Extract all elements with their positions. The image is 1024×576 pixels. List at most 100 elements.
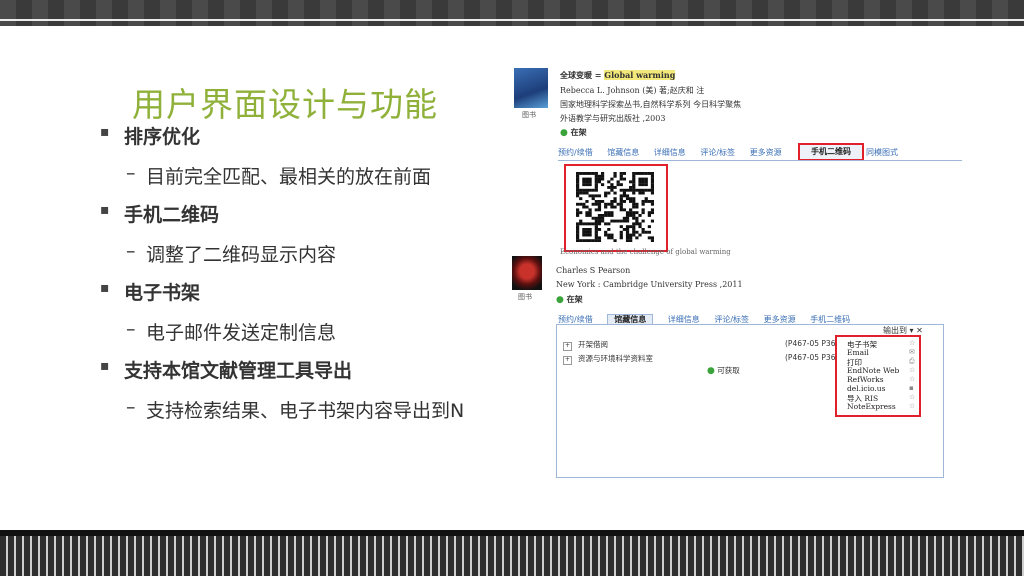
export-option-endnote[interactable]: EndNote Web xyxy=(847,366,899,375)
qr-module xyxy=(607,233,611,237)
qr-module xyxy=(619,197,623,201)
qr-module xyxy=(650,191,654,195)
qr-module xyxy=(600,214,605,217)
qr-module xyxy=(635,222,639,226)
qr-module xyxy=(619,208,623,212)
record2-status: ● 在架 xyxy=(556,294,583,305)
record-author: Rebecca L. Johnson (美) 著;赵庆和 注 xyxy=(560,86,705,95)
tab-similar[interactable]: 同模图式 xyxy=(866,147,898,158)
qr-module xyxy=(632,225,636,229)
qr-module xyxy=(582,222,586,226)
qr-module xyxy=(641,202,645,206)
tab-more-resources[interactable]: 更多资源 xyxy=(764,315,796,324)
tab-mobile-qr[interactable]: 手机二维码 xyxy=(798,143,864,161)
qr-module xyxy=(594,233,598,237)
status-dot-icon: ● xyxy=(560,128,568,138)
sub-bullet-item: – 电子邮件发送定制信息 xyxy=(98,318,518,356)
qr-module xyxy=(579,191,583,195)
qr-module xyxy=(588,180,592,184)
qr-module xyxy=(594,180,598,184)
qr-module xyxy=(616,180,620,184)
qr-module xyxy=(594,230,598,234)
qr-module xyxy=(629,211,633,215)
qr-module xyxy=(597,228,602,231)
tab-more-resources[interactable]: 更多资源 xyxy=(750,148,782,157)
holding-location: 资源与环境科学资料室 xyxy=(578,354,653,363)
qr-module xyxy=(579,197,583,201)
tab-mobile-qr[interactable]: 手机二维码 xyxy=(810,315,850,324)
qr-module xyxy=(597,200,602,203)
qr-module xyxy=(647,188,651,192)
dash-marker: – xyxy=(126,162,136,184)
qr-module xyxy=(644,230,648,234)
record2-publisher: New York : Cambridge University Press ,2… xyxy=(556,280,743,289)
qr-module xyxy=(638,180,642,184)
qr-module xyxy=(594,236,598,240)
qr-module xyxy=(632,172,636,175)
qr-module xyxy=(600,183,605,187)
book-cover-image[interactable] xyxy=(512,256,542,290)
tab-details[interactable]: 详细信息 xyxy=(654,148,686,157)
qr-module xyxy=(632,180,636,184)
qr-module xyxy=(650,180,654,184)
qr-module xyxy=(625,211,630,215)
export-option-email[interactable]: Email xyxy=(847,348,869,357)
qr-module xyxy=(650,211,654,215)
tab-reserve[interactable]: 预约/续借 xyxy=(558,315,593,324)
export-option-delicious[interactable]: del.icio.us xyxy=(847,384,885,393)
expand-icon[interactable]: + xyxy=(563,342,572,351)
qr-module xyxy=(588,214,592,217)
qr-module xyxy=(625,230,630,234)
qr-module xyxy=(597,214,602,217)
qr-module xyxy=(594,183,598,187)
qr-module xyxy=(585,177,589,181)
holding-call-no: (P467-05 P36 ) xyxy=(785,339,841,348)
qr-module xyxy=(635,216,639,220)
holding-row[interactable]: + 资源与环境科学资料室 xyxy=(563,353,653,365)
export-option-noteexpress[interactable]: NoteExpress xyxy=(847,402,896,411)
qr-module xyxy=(619,230,623,234)
tab-reserve[interactable]: 预约/续借 xyxy=(558,148,593,157)
qr-module xyxy=(625,197,630,201)
qr-module xyxy=(585,214,589,217)
qr-module xyxy=(582,205,586,209)
tab-details[interactable]: 详细信息 xyxy=(668,315,700,324)
qr-module xyxy=(629,239,633,242)
qr-module xyxy=(632,177,636,181)
qr-module xyxy=(604,194,608,198)
bookmark-icon: ▪ xyxy=(909,384,914,392)
qr-module xyxy=(613,186,617,189)
qr-module xyxy=(585,183,589,187)
book-cover-image[interactable] xyxy=(514,68,548,108)
qr-module xyxy=(622,219,627,223)
qr-module xyxy=(576,177,580,181)
tab-comments[interactable]: 评论/标签 xyxy=(714,315,749,324)
record2-title[interactable]: Economics and the challenge of global wa… xyxy=(560,248,731,256)
qr-module xyxy=(641,208,645,212)
qr-module xyxy=(619,174,623,178)
qr-module xyxy=(594,225,598,229)
bullet-item: ▪ 支持本馆文献管理工具导出 xyxy=(98,356,518,396)
qr-module xyxy=(619,183,623,187)
tab-comments[interactable]: 评论/标签 xyxy=(700,148,735,157)
sub-bullet-text: 调整了二维码显示内容 xyxy=(146,244,337,266)
qr-module xyxy=(588,228,592,231)
bullet-item: ▪ 排序优化 xyxy=(98,122,518,162)
qr-module xyxy=(582,239,586,242)
qr-module xyxy=(591,172,595,175)
bullet-marker: ▪ xyxy=(100,124,110,140)
record-title-link[interactable]: 全球变暖 = Global warming xyxy=(560,70,676,81)
qr-module xyxy=(604,205,608,209)
export-option-refworks[interactable]: RefWorks xyxy=(847,375,884,384)
expand-icon[interactable]: + xyxy=(563,356,572,365)
tab-holdings[interactable]: 馆藏信息 xyxy=(607,148,639,157)
qr-module xyxy=(638,177,642,181)
cover-type-label: 图书 xyxy=(518,293,532,301)
qr-module xyxy=(644,177,648,181)
holding-row[interactable]: + 开架借阅 xyxy=(563,339,608,351)
qr-module xyxy=(591,197,595,201)
qr-module xyxy=(629,214,633,217)
qr-module xyxy=(600,200,605,203)
qr-module xyxy=(650,174,654,178)
qr-module xyxy=(638,183,642,187)
